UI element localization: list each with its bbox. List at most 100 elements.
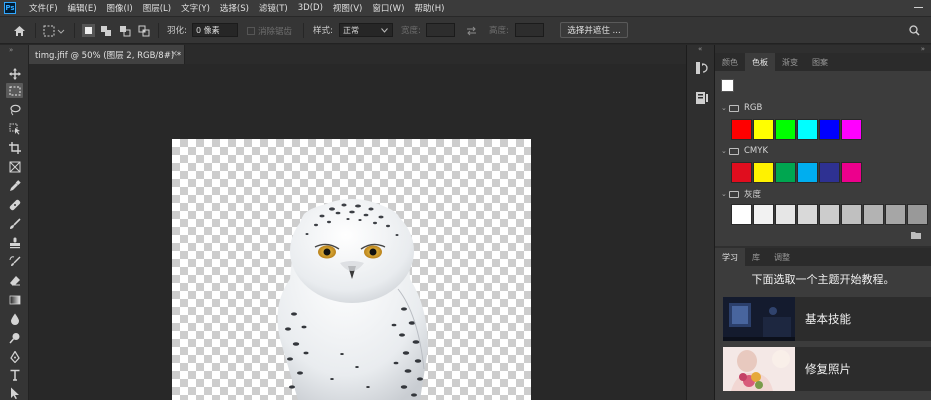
swatch-group-rgb[interactable]: ⌄ RGB: [721, 101, 762, 115]
collapse-panels-icon[interactable]: »: [921, 45, 925, 53]
new-selection-button[interactable]: [82, 17, 95, 44]
type-tool[interactable]: [6, 367, 23, 382]
foreground-color-swatch[interactable]: [721, 79, 734, 92]
properties-panel-button[interactable]: [694, 90, 709, 105]
color-swatch[interactable]: [819, 204, 840, 225]
rect-marquee-tool[interactable]: [6, 83, 23, 98]
color-swatch[interactable]: [753, 162, 774, 183]
intersect-selection-button[interactable]: [138, 17, 150, 44]
color-swatch[interactable]: [753, 119, 774, 140]
frame-tool[interactable]: [6, 159, 23, 174]
menu-type[interactable]: 文字(Y): [176, 2, 215, 14]
menu-select[interactable]: 选择(S): [215, 2, 254, 14]
color-swatch[interactable]: [885, 204, 906, 225]
move-tool[interactable]: [6, 66, 23, 81]
swatch-group-cmyk[interactable]: ⌄ CMYK: [721, 144, 768, 158]
search-button[interactable]: [909, 17, 920, 44]
tab-gradients[interactable]: 渐变: [775, 53, 805, 71]
color-swatch[interactable]: [819, 162, 840, 183]
document-tab[interactable]: timg.jfif @ 50% (图层 2, RGB/8#) * ×: [29, 45, 185, 64]
collapse-dock-icon[interactable]: «: [698, 45, 702, 53]
menu-window[interactable]: 窗口(W): [367, 2, 409, 14]
home-button[interactable]: [13, 17, 26, 44]
checkbox-icon: [247, 26, 255, 35]
eyedropper-tool[interactable]: [6, 178, 23, 193]
color-swatch[interactable]: [841, 204, 862, 225]
color-swatch[interactable]: [731, 119, 752, 140]
menu-layer[interactable]: 图层(L): [138, 2, 176, 14]
color-swatch[interactable]: [819, 119, 840, 140]
new-group-button[interactable]: [911, 231, 921, 242]
swatch-group-grayscale[interactable]: ⌄ 灰度: [721, 187, 761, 201]
antialias-checkbox[interactable]: 消除锯齿: [247, 17, 292, 44]
height-input[interactable]: [515, 23, 544, 37]
options-bar: 羽化: 0 像素 消除锯齿 样式: 正常 宽度: 高度: 选择并遮住 ...: [0, 17, 931, 44]
document-canvas[interactable]: [172, 139, 531, 400]
tab-learn[interactable]: 学习: [715, 248, 745, 266]
feather-input[interactable]: 0 像素: [192, 23, 238, 37]
color-swatch[interactable]: [797, 119, 818, 140]
height-label: 高度:: [489, 26, 509, 36]
clone-stamp-tool[interactable]: [6, 235, 23, 250]
object-selection-tool[interactable]: [6, 121, 23, 136]
chevron-down-icon: [381, 28, 388, 33]
color-swatch[interactable]: [841, 162, 862, 183]
color-swatch[interactable]: [775, 162, 796, 183]
history-panel-button[interactable]: [694, 60, 709, 75]
select-and-mask-button[interactable]: 选择并遮住 ...: [560, 22, 628, 38]
color-swatch[interactable]: [863, 204, 884, 225]
blur-tool[interactable]: [6, 311, 23, 326]
canvas-area[interactable]: [29, 64, 686, 400]
tutorial-card-basic-skills[interactable]: 基本技能: [723, 297, 931, 341]
color-swatch[interactable]: [797, 204, 818, 225]
color-swatch[interactable]: [731, 204, 752, 225]
eraser-tool[interactable]: [6, 273, 23, 288]
lasso-tool[interactable]: [6, 102, 23, 117]
dodge-tool[interactable]: [6, 330, 23, 345]
menu-image[interactable]: 图像(I): [102, 2, 138, 14]
close-tab-icon[interactable]: ×: [170, 49, 178, 59]
pen-tool[interactable]: [6, 349, 23, 364]
path-selection-tool[interactable]: [6, 385, 23, 400]
collapse-toolbar-icon[interactable]: »: [9, 46, 13, 54]
swap-dimensions-button[interactable]: [466, 17, 477, 44]
color-swatch[interactable]: [731, 162, 752, 183]
swatch-group-label: RGB: [744, 103, 763, 113]
color-swatch[interactable]: [775, 119, 796, 140]
menu-filter[interactable]: 滤镜(T): [254, 2, 293, 14]
chevron-down-icon: ⌄: [721, 190, 727, 198]
color-swatch[interactable]: [797, 162, 818, 183]
style-value: 正常: [343, 25, 359, 35]
intersect-selection-icon: [138, 25, 150, 36]
type-icon: [10, 369, 19, 381]
tutorial-card-repair-photos[interactable]: 修复照片: [723, 347, 931, 391]
tab-adjustments[interactable]: 调整: [767, 248, 797, 266]
marquee-preset-picker[interactable]: [43, 17, 65, 44]
new-selection-icon: [82, 24, 95, 37]
gradient-tool[interactable]: [6, 292, 23, 307]
healing-brush-tool[interactable]: [6, 197, 23, 212]
brush-tool[interactable]: [6, 216, 23, 231]
tab-libraries[interactable]: 库: [745, 248, 767, 266]
color-swatch[interactable]: [841, 119, 862, 140]
menu-help[interactable]: 帮助(H): [409, 2, 449, 14]
color-swatch[interactable]: [775, 204, 796, 225]
color-swatch[interactable]: [753, 204, 774, 225]
menu-file[interactable]: 文件(F): [24, 2, 63, 14]
history-brush-tool[interactable]: [6, 254, 23, 269]
add-selection-icon: [101, 25, 111, 36]
menu-view[interactable]: 视图(V): [328, 2, 367, 14]
width-input[interactable]: [426, 23, 455, 37]
tab-patterns[interactable]: 图案: [805, 53, 835, 71]
color-swatch[interactable]: [907, 204, 928, 225]
minimize-window-button[interactable]: [914, 7, 923, 8]
add-to-selection-button[interactable]: [100, 17, 112, 44]
crop-tool[interactable]: [6, 140, 23, 155]
tab-swatches[interactable]: 色板: [745, 53, 775, 71]
tab-color[interactable]: 颜色: [715, 53, 745, 71]
menu-3d[interactable]: 3D(D): [293, 3, 328, 13]
menu-edit[interactable]: 编辑(E): [63, 2, 102, 14]
subtract-selection-button[interactable]: [119, 17, 131, 44]
style-select[interactable]: 正常: [339, 23, 393, 37]
swatches-panel-tabs: 颜色 色板 渐变 图案: [715, 53, 931, 71]
